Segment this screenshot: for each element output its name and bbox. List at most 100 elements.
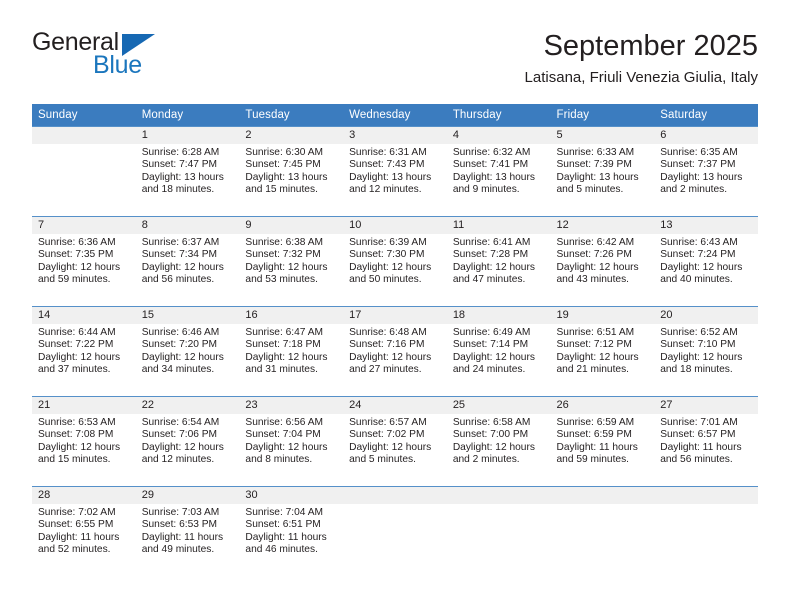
day-details: Sunrise: 6:31 AM Sunset: 7:43 PM Daylight:…: [343, 144, 447, 197]
day-details: [32, 144, 136, 147]
calendar-cell[interactable]: 30 Sunrise: 7:04 AM Sunset: 6:51 PM Dayligh…: [239, 486, 344, 576]
calendar-cell[interactable]: 2 Sunrise: 6:30 AM Sunset: 7:45 PM Daylight…: [239, 126, 344, 217]
day-cell: 4 Sunrise: 6:32 AM Sunset: 7:41 PM Daylight…: [446, 127, 551, 216]
daylight-text-line2: and 59 minutes.: [38, 274, 111, 286]
day-cell: [32, 127, 136, 216]
calendar-cell[interactable]: 9 Sunrise: 6:38 AM Sunset: 7:32 PM Daylight…: [239, 216, 344, 307]
sunrise-text: Sunrise: 6:37 AM: [141, 237, 220, 248]
calendar-cell[interactable]: 7 Sunrise: 6:36 AM Sunset: 7:35 PM Daylight…: [32, 216, 136, 307]
calendar-cell[interactable]: 20 Sunrise: 6:52 AM Sunset: 7:10 PM Dayligh…: [654, 306, 758, 397]
sunrise-text: Sunrise: 6:41 AM: [452, 237, 531, 248]
calendar-cell[interactable]: 12 Sunrise: 6:42 AM Sunset: 7:26 PM Dayligh…: [550, 216, 655, 307]
day-number: 19: [550, 307, 655, 324]
calendar-cell[interactable]: 25 Sunrise: 6:58 AM Sunset: 7:00 PM Dayligh…: [446, 396, 551, 487]
calendar-cell[interactable]: 1 Sunrise: 6:28 AM Sunset: 7:47 PM Daylight…: [135, 126, 240, 217]
day-number: 25: [446, 397, 551, 414]
calendar-cell[interactable]: 4 Sunrise: 6:32 AM Sunset: 7:41 PM Daylight…: [446, 126, 551, 217]
sunset-text: Sunset: 7:02 PM: [349, 429, 425, 441]
sunset-text: Sunset: 7:18 PM: [245, 339, 321, 351]
day-number: 1: [135, 127, 240, 144]
daylight-text-line2: and 49 minutes.: [141, 544, 215, 556]
day-cell: 18 Sunrise: 6:49 AM Sunset: 7:14 PM Dayligh…: [446, 307, 551, 396]
daylight-text-line1: Daylight: 13 hours: [245, 171, 328, 183]
calendar-cell[interactable]: 15 Sunrise: 6:46 AM Sunset: 7:20 PM Dayligh…: [135, 306, 240, 397]
calendar-cell[interactable]: 8 Sunrise: 6:37 AM Sunset: 7:34 PM Daylight…: [135, 216, 240, 307]
calendar-cell[interactable]: 10 Sunrise: 6:39 AM Sunset: 7:30 PM Dayligh…: [343, 216, 447, 307]
daylight-text-line1: Daylight: 12 hours: [556, 261, 639, 273]
sunset-text: Sunset: 7:16 PM: [349, 339, 425, 351]
sunset-text: Sunset: 7:41 PM: [452, 159, 529, 171]
daylight-text-line1: Daylight: 13 hours: [141, 171, 224, 183]
calendar-cell[interactable]: 6 Sunrise: 6:35 AM Sunset: 7:37 PM Daylight…: [654, 126, 758, 217]
day-number: 10: [343, 217, 447, 234]
day-number: 30: [239, 487, 344, 504]
daylight-text-line1: Daylight: 12 hours: [141, 261, 224, 273]
daylight-text-line1: Daylight: 11 hours: [556, 441, 638, 453]
day-details: Sunrise: 7:04 AM Sunset: 6:51 PM Daylight:…: [239, 504, 343, 557]
calendar-cell[interactable]: 5 Sunrise: 6:33 AM Sunset: 7:39 PM Daylight…: [550, 126, 655, 217]
calendar-cell[interactable]: 18 Sunrise: 6:49 AM Sunset: 7:14 PM Dayligh…: [446, 306, 551, 397]
calendar-cell[interactable]: 11 Sunrise: 6:41 AM Sunset: 7:28 PM Dayligh…: [446, 216, 551, 307]
sunset-text: Sunset: 7:30 PM: [349, 249, 425, 261]
day-cell: [343, 487, 447, 576]
day-details: Sunrise: 6:37 AM Sunset: 7:34 PM Daylight:…: [136, 234, 240, 287]
brand-logo[interactable]: General Blue: [32, 28, 212, 86]
calendar-cell[interactable]: 23 Sunrise: 6:56 AM Sunset: 7:04 PM Dayligh…: [239, 396, 344, 487]
daylight-text-line1: Daylight: 13 hours: [660, 171, 743, 183]
calendar-cell[interactable]: 26 Sunrise: 6:59 AM Sunset: 6:59 PM Dayligh…: [550, 396, 655, 487]
daylight-text-line2: and 2 minutes.: [452, 454, 520, 466]
calendar-cell[interactable]: 19 Sunrise: 6:51 AM Sunset: 7:12 PM Dayligh…: [550, 306, 655, 397]
calendar-table: Sunday Monday Tuesday Wednesday Thursday…: [32, 104, 758, 576]
sunset-text: Sunset: 7:28 PM: [452, 249, 529, 261]
daylight-text-line1: Daylight: 11 hours: [660, 441, 742, 453]
calendar-cell[interactable]: 27 Sunrise: 7:01 AM Sunset: 6:57 PM Dayligh…: [654, 396, 758, 487]
sunrise-text: Sunrise: 6:51 AM: [556, 327, 635, 338]
calendar-cell[interactable]: 21 Sunrise: 6:53 AM Sunset: 7:08 PM Dayligh…: [32, 396, 136, 487]
daylight-text-line2: and 50 minutes.: [349, 274, 422, 286]
daylight-text-line2: and 47 minutes.: [452, 274, 526, 286]
calendar-cell[interactable]: 13 Sunrise: 6:43 AM Sunset: 7:24 PM Dayligh…: [654, 216, 758, 307]
daylight-text-line2: and 53 minutes.: [245, 274, 318, 286]
day-cell: 17 Sunrise: 6:48 AM Sunset: 7:16 PM Dayligh…: [343, 307, 447, 396]
day-number: 17: [343, 307, 447, 324]
calendar-cell[interactable]: 3 Sunrise: 6:31 AM Sunset: 7:43 PM Daylight…: [343, 126, 447, 217]
day-number: 24: [343, 397, 447, 414]
daylight-text-line1: Daylight: 13 hours: [349, 171, 432, 183]
calendar-cell[interactable]: 24 Sunrise: 6:57 AM Sunset: 7:02 PM Dayligh…: [343, 396, 447, 487]
calendar-cell[interactable]: 28 Sunrise: 7:02 AM Sunset: 6:55 PM Dayligh…: [32, 486, 136, 576]
daylight-text-line1: Daylight: 12 hours: [452, 261, 535, 273]
calendar-cell: [32, 126, 136, 217]
day-number: 16: [239, 307, 344, 324]
sunset-text: Sunset: 7:47 PM: [141, 159, 218, 171]
day-cell: 13 Sunrise: 6:43 AM Sunset: 7:24 PM Dayligh…: [654, 217, 758, 306]
calendar-cell[interactable]: 22 Sunrise: 6:54 AM Sunset: 7:06 PM Dayligh…: [135, 396, 240, 487]
daylight-text-line2: and 43 minutes.: [556, 274, 630, 286]
daylight-text-line2: and 34 minutes.: [141, 364, 215, 376]
sunrise-text: Sunrise: 6:43 AM: [660, 237, 738, 248]
day-cell: 11 Sunrise: 6:41 AM Sunset: 7:28 PM Dayligh…: [446, 217, 551, 306]
weekday-header-friday: Friday: [550, 104, 655, 127]
sunset-text: Sunset: 7:24 PM: [660, 249, 736, 261]
calendar-cell[interactable]: 29 Sunrise: 7:03 AM Sunset: 6:53 PM Dayligh…: [135, 486, 240, 576]
day-details: Sunrise: 6:42 AM Sunset: 7:26 PM Daylight:…: [551, 234, 655, 287]
sunrise-text: Sunrise: 6:53 AM: [38, 417, 116, 428]
sunset-text: Sunset: 7:00 PM: [452, 429, 529, 441]
daylight-text-line1: Daylight: 11 hours: [245, 531, 327, 543]
daylight-text-line1: Daylight: 13 hours: [556, 171, 639, 183]
sunrise-text: Sunrise: 6:42 AM: [556, 237, 635, 248]
calendar-cell[interactable]: 14 Sunrise: 6:44 AM Sunset: 7:22 PM Dayligh…: [32, 306, 136, 397]
sunrise-text: Sunrise: 6:38 AM: [245, 237, 323, 248]
day-number: 23: [239, 397, 344, 414]
day-number: 2: [239, 127, 344, 144]
day-details: Sunrise: 6:44 AM Sunset: 7:22 PM Daylight:…: [32, 324, 136, 377]
day-details: [551, 504, 655, 507]
calendar-cell[interactable]: 17 Sunrise: 6:48 AM Sunset: 7:16 PM Dayligh…: [343, 306, 447, 397]
day-number: 20: [654, 307, 758, 324]
sunrise-text: Sunrise: 6:49 AM: [452, 327, 531, 338]
daylight-text-line2: and 31 minutes.: [245, 364, 318, 376]
sunrise-text: Sunrise: 6:54 AM: [141, 417, 220, 428]
calendar-cell[interactable]: 16 Sunrise: 6:47 AM Sunset: 7:18 PM Dayligh…: [239, 306, 344, 397]
day-details: Sunrise: 6:59 AM Sunset: 6:59 PM Daylight:…: [551, 414, 655, 467]
day-details: Sunrise: 6:49 AM Sunset: 7:14 PM Daylight:…: [447, 324, 551, 377]
sunrise-text: Sunrise: 7:04 AM: [245, 507, 323, 518]
